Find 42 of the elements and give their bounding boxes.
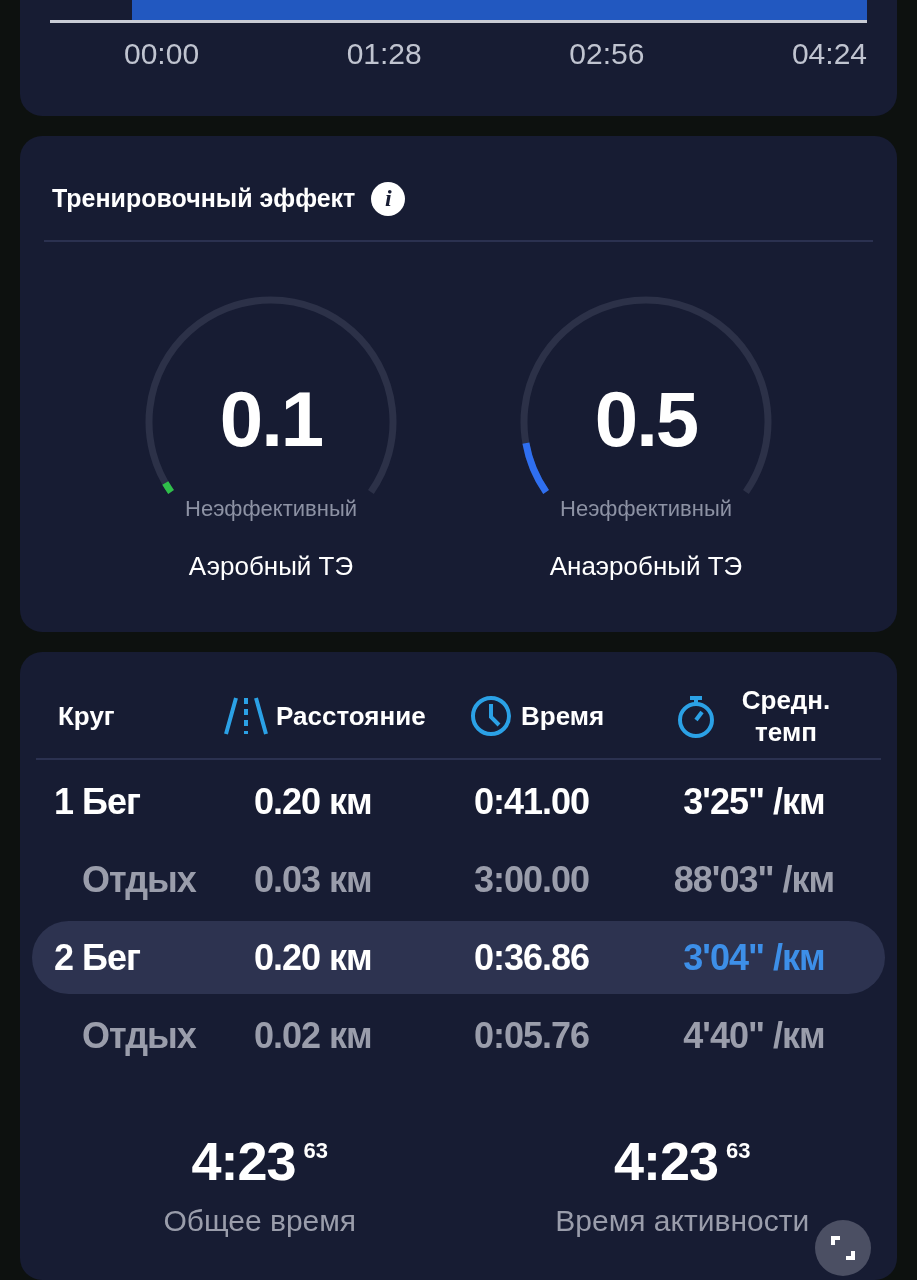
- lap-pace: 88'03" /км: [672, 857, 836, 902]
- gauge-status: Неэффективный: [184, 494, 358, 523]
- lap-pace: 3'04" /км: [682, 935, 826, 980]
- lap-name: Отдых: [81, 857, 198, 902]
- axis-tick-label: 02:56: [569, 36, 645, 72]
- gauge-value: 0.5: [593, 379, 699, 458]
- total-value: 4:23: [613, 1131, 719, 1191]
- column-header: Расстояние: [276, 699, 426, 733]
- total-label: Время активности: [554, 1203, 811, 1239]
- lap-name: Отдых: [81, 1013, 198, 1058]
- axis-tick-label: 00:00: [124, 36, 200, 72]
- lap-pace: 4'40" /км: [682, 1013, 826, 1058]
- lap-distance: 0.20 км: [254, 935, 373, 980]
- gauge-value: 0.1: [218, 379, 324, 458]
- lap-time: 3:00.00: [473, 857, 591, 902]
- lap-distance: 0.03 км: [254, 857, 373, 902]
- total-value: 4:23: [191, 1131, 296, 1191]
- lap-row[interactable]: Отдых 0.03 км 3:00.00 88'03" /км: [32, 843, 885, 916]
- section-title: Тренировочный эффект: [52, 183, 356, 214]
- lap-pace: 3'25" /км: [682, 779, 826, 824]
- lap-time: 0:05.76: [473, 1013, 591, 1058]
- lap-distance: 0.20 км: [254, 779, 373, 824]
- lap-distance: 0.02 км: [254, 1013, 373, 1058]
- total-fraction: 63: [726, 1138, 751, 1163]
- lap-name: 2 Бег: [53, 935, 141, 980]
- axis-tick-label: 01:28: [346, 36, 422, 72]
- lap-name: 1 Бег: [53, 779, 141, 824]
- total-label: Общее время: [162, 1203, 358, 1239]
- gauge-label: Аэробный ТЭ: [187, 549, 355, 583]
- gauge-label: Анаэробный ТЭ: [548, 549, 744, 583]
- column-header: Средн. темп: [740, 683, 832, 749]
- axis-tick-label: 04:24: [791, 36, 867, 72]
- lap-time: 0:36.86: [473, 935, 591, 980]
- column-header: Время: [521, 699, 605, 733]
- lap-row[interactable]: Отдых 0.02 км 0:05.76 4'40" /км: [32, 999, 885, 1072]
- lap-time: 0:41.00: [473, 779, 591, 824]
- gauge-status: Неэффективный: [559, 494, 733, 523]
- info-icon[interactable]: i: [371, 181, 406, 216]
- column-header: Круг: [58, 699, 115, 733]
- lap-row[interactable]: 2 Бег 0.20 км 0:36.86 3'04" /км: [32, 921, 885, 994]
- total-fraction: 63: [303, 1138, 329, 1163]
- lap-row[interactable]: 1 Бег 0.20 км 0:41.00 3'25" /км: [32, 765, 885, 838]
